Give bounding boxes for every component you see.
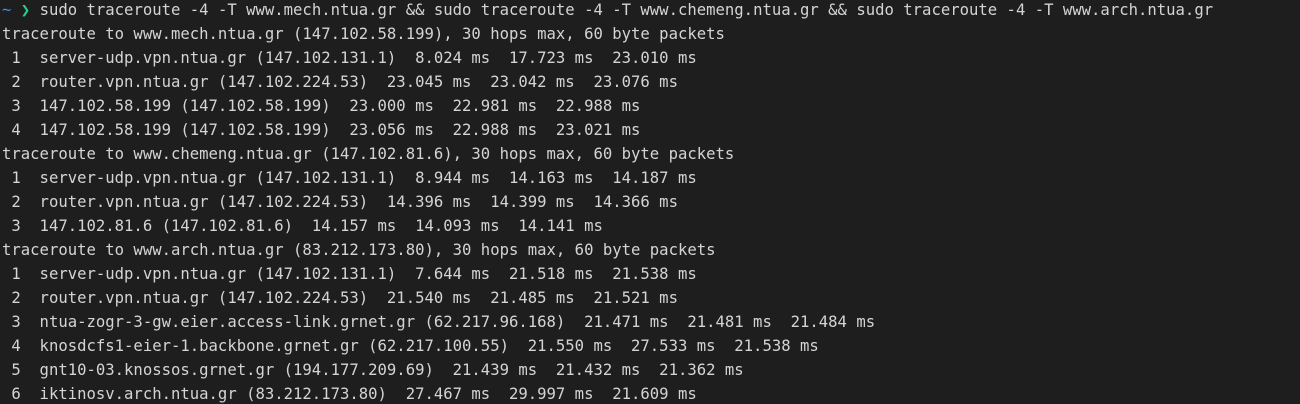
output-line: 3 147.102.81.6 (147.102.81.6) 14.157 ms … <box>2 217 603 235</box>
prompt-arrow-icon: ❯ <box>20 1 31 19</box>
output-line: 6 iktinosv.arch.ntua.gr (83.212.173.80) … <box>2 385 697 403</box>
prompt-line: ~ ❯ sudo traceroute -4 -T www.mech.ntua.… <box>0 0 1300 20</box>
output-line: traceroute to www.chemeng.ntua.gr (147.1… <box>2 145 735 163</box>
output-line: 4 knosdcfs1-eier-1.backbone.grnet.gr (62… <box>2 337 819 355</box>
output-line: 2 router.vpn.ntua.gr (147.102.224.53) 14… <box>2 193 678 211</box>
prompt-command: sudo traceroute -4 -T www.mech.ntua.gr &… <box>39 1 1214 19</box>
output-line: 1 server-udp.vpn.ntua.gr (147.102.131.1)… <box>2 49 697 67</box>
output-line: 4 147.102.58.199 (147.102.58.199) 23.056… <box>2 121 641 139</box>
prompt-cwd: ~ <box>2 1 12 19</box>
output-line: 2 router.vpn.ntua.gr (147.102.224.53) 21… <box>2 289 678 307</box>
output-line: 5 gnt10-03.knossos.grnet.gr (194.177.209… <box>2 361 744 379</box>
terminal-window[interactable]: ~ ❯ sudo traceroute -4 -T www.mech.ntua.… <box>0 0 1300 404</box>
output-line: 1 server-udp.vpn.ntua.gr (147.102.131.1)… <box>2 265 697 283</box>
output-line: 1 server-udp.vpn.ntua.gr (147.102.131.1)… <box>2 169 697 187</box>
output-line: 3 ntua-zogr-3-gw.eier.access-link.grnet.… <box>2 313 876 331</box>
output-line: 3 147.102.58.199 (147.102.58.199) 23.000… <box>2 97 641 115</box>
output-line: traceroute to www.mech.ntua.gr (147.102.… <box>2 25 725 43</box>
output-line: traceroute to www.arch.ntua.gr (83.212.1… <box>2 241 716 259</box>
output-line: 2 router.vpn.ntua.gr (147.102.224.53) 23… <box>2 73 678 91</box>
